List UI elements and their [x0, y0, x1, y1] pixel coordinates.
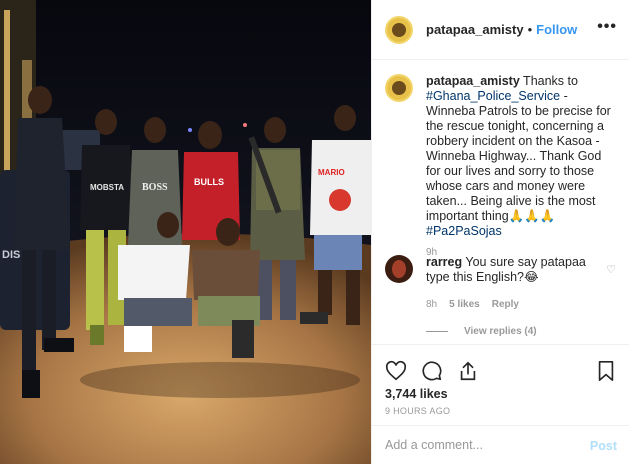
shirt-text-mario: MARIO: [318, 168, 345, 177]
add-comment-bar: Add a comment... Post: [372, 425, 629, 464]
shirt-text-boss: BOSS: [142, 182, 168, 193]
separator-dot: •: [527, 22, 533, 37]
follow-button[interactable]: Follow: [536, 22, 577, 37]
post-actions: 3,744 likes 9 HOURS AGO: [372, 344, 629, 430]
action-icons: [385, 360, 479, 382]
post-side-panel: patapaa_amisty • Follow ••• patapaa_amis…: [371, 0, 629, 464]
shirt-text-mobsta: MOBSTA: [90, 183, 124, 192]
more-options-icon[interactable]: •••: [597, 19, 617, 35]
comment-likes[interactable]: 5 likes: [449, 299, 480, 310]
post-comment-button[interactable]: Post: [590, 439, 617, 453]
heart-icon[interactable]: [385, 360, 407, 382]
view-replies-label: View replies (4): [464, 326, 537, 337]
comment-like-icon[interactable]: ♡: [606, 263, 616, 276]
comment-timestamp[interactable]: 8h: [426, 299, 437, 310]
view-replies-line: [426, 331, 448, 332]
avatar-face: [392, 260, 406, 278]
comment-icon[interactable]: [421, 360, 443, 382]
header-username[interactable]: patapaa_amisty: [426, 22, 524, 37]
post-photo-scene: DIS MOBSTA BOSS BULLS MARIO: [0, 0, 371, 464]
avatar-face: [392, 81, 406, 95]
view-replies-button[interactable]: View replies (4): [426, 326, 620, 337]
commenter-avatar[interactable]: [385, 255, 413, 283]
caption-text-after: - Winneba Patrols to be precise for the …: [426, 89, 611, 223]
vehicle-text: DIS: [2, 249, 20, 261]
likes-count[interactable]: 3,744 likes: [385, 387, 448, 401]
comment-username[interactable]: rarreg: [426, 255, 462, 269]
comment-meta: 8h 5 likes Reply: [426, 299, 620, 310]
caption-text-before: Thanks to: [519, 74, 578, 88]
post-caption: patapaa_amisty Thanks to #Ghana_Police_S…: [385, 74, 620, 258]
comment-item: rarreg You sure say patapaa type this En…: [385, 255, 620, 337]
post-photo[interactable]: DIS MOBSTA BOSS BULLS MARIO: [0, 0, 371, 464]
hashtag-sojas[interactable]: #Pa2PaSojas: [426, 224, 502, 238]
hashtag-police[interactable]: #Ghana_Police_Service: [426, 89, 560, 103]
user-avatar[interactable]: [385, 15, 413, 44]
bookmark-icon[interactable]: [595, 360, 617, 382]
add-comment-input[interactable]: Add a comment...: [385, 438, 483, 452]
comments-area[interactable]: patapaa_amisty Thanks to #Ghana_Police_S…: [372, 61, 629, 344]
caption-username[interactable]: patapaa_amisty: [426, 74, 520, 88]
caption-text: patapaa_amisty Thanks to #Ghana_Police_S…: [426, 74, 616, 239]
shirt-text-bulls: BULLS: [194, 177, 224, 187]
reply-button[interactable]: Reply: [492, 299, 519, 310]
post-header: patapaa_amisty • Follow •••: [372, 0, 629, 60]
caption-avatar[interactable]: [385, 74, 413, 102]
avatar-face: [392, 22, 406, 37]
comment-text: rarreg You sure say patapaa type this En…: [426, 255, 594, 285]
post-time-ago[interactable]: 9 HOURS AGO: [385, 406, 450, 416]
share-icon[interactable]: [457, 360, 479, 382]
